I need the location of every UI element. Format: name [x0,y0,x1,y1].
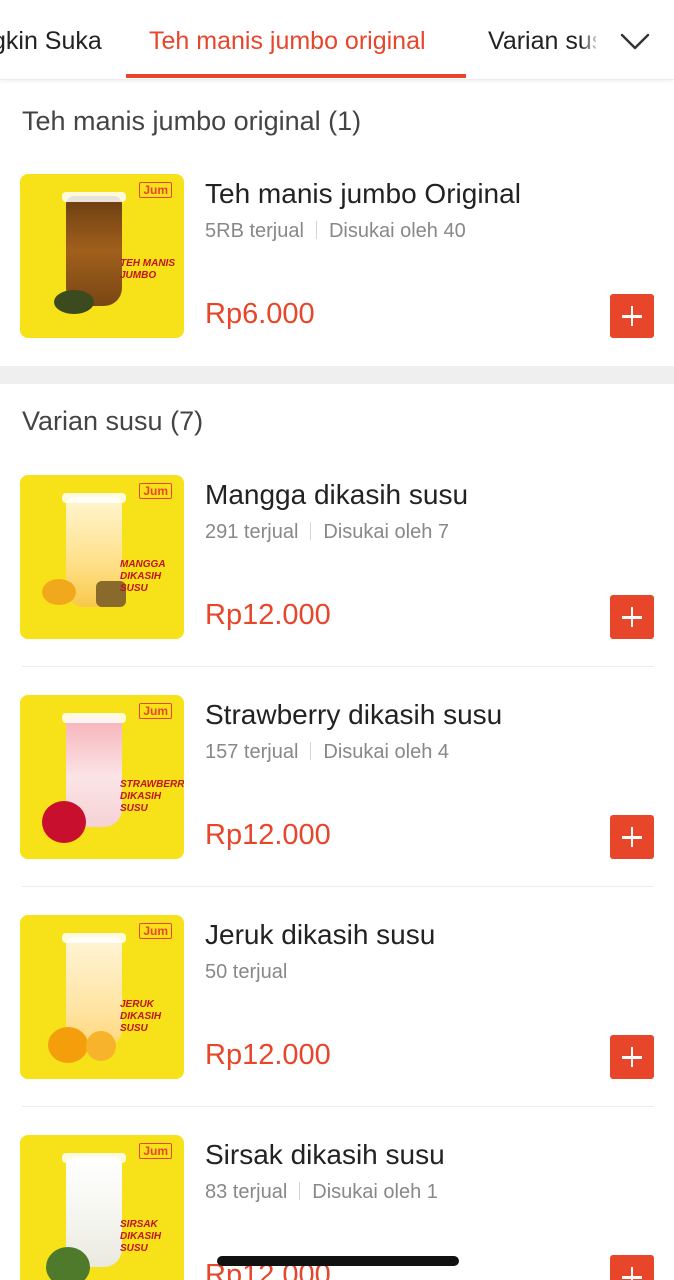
product-meta: 83 terjual Disukai oleh 1 [205,1181,438,1204]
sold-count: 83 terjual [205,1181,288,1203]
like-count: Disukai oleh 1 [312,1181,438,1203]
active-tab-indicator [126,74,466,78]
tea-leaves [54,290,94,314]
product-name: Strawberry dikasih susu [205,699,503,730]
section-title: Varian susu (7) [22,406,204,436]
brand-logo: Jum [139,923,172,939]
list-divider [22,666,654,667]
brand-logo: Jum [139,182,172,198]
product-meta: 157 terjual Disukai oleh 4 [205,741,449,764]
cup-lid [62,933,126,943]
orange-slice [86,1031,116,1061]
product-meta: 5RB terjual Disukai oleh 40 [205,220,466,243]
tab-teh-manis-jumbo-original[interactable]: Teh manis jumbo original [149,24,426,58]
thumb-caption: JERUK DIKASIH SUSU [120,999,162,1034]
thumb-caption: MANGGA DIKASIH SUSU [120,559,166,594]
product-image[interactable]: Jum SIRSAK DIKASIH SUSU [20,1135,184,1280]
product-meta: 50 terjual [205,961,287,984]
thumb-caption: STRAWBERRY DIKASIH SUSU [120,779,184,814]
sold-count: 291 terjual [205,521,299,543]
add-to-cart-button[interactable] [610,1255,654,1280]
list-divider [22,1106,654,1107]
product-image[interactable]: Jum JERUK DIKASIH SUSU [20,915,184,1079]
product-price: Rp12.000 [205,599,331,631]
category-tab-bar: gkin Suka Teh manis jumbo original Varia… [0,0,674,80]
product-price: Rp12.000 [205,819,331,851]
brand-logo: Jum [139,483,172,499]
cup-lid [62,713,126,723]
orange-fruit [48,1027,88,1063]
list-divider [22,886,654,887]
thumb-caption: SIRSAK DIKASIH SUSU [120,1219,162,1254]
thumb-caption: TEH MANIS JUMBO [120,258,175,281]
sold-count: 5RB terjual [205,220,304,242]
meta-separator [299,1182,301,1200]
like-count: Disukai oleh 40 [328,220,466,242]
cup-lid [62,1153,126,1163]
brand-logo: Jum [139,703,172,719]
product-name: Teh manis jumbo Original [205,178,521,209]
mango-fruit [42,579,76,605]
product-name: Jeruk dikasih susu [205,919,436,950]
chevron-down-icon[interactable] [618,26,652,56]
add-to-cart-button[interactable] [610,815,654,859]
meta-separator [310,522,312,540]
cup-lid [62,493,126,503]
meta-separator [315,221,317,239]
product-price: Rp12.000 [205,1039,331,1071]
brand-logo: Jum [139,1143,172,1159]
product-image[interactable]: Jum STRAWBERRY DIKASIH SUSU [20,695,184,859]
cup-lid [62,192,126,202]
like-count: Disukai oleh 4 [323,741,450,763]
product-name: Mangga dikasih susu [205,479,469,510]
soursop-fruit [46,1247,90,1280]
section-title: Teh manis jumbo original (1) [22,106,362,136]
product-card[interactable]: Jum JERUK DIKASIH SUSU Jeruk dikasih sus… [0,915,674,1115]
add-to-cart-button[interactable] [610,1035,654,1079]
product-card[interactable]: Jum TEH MANIS JUMBO Teh manis jumbo Orig… [0,174,674,374]
product-price: Rp6.000 [205,298,315,330]
tab-fade-overlay [580,20,610,64]
sold-count: 157 terjual [205,741,299,763]
product-image[interactable]: Jum MANGGA DIKASIH SUSU [20,475,184,639]
like-count: Disukai oleh 7 [323,521,450,543]
product-image[interactable]: Jum TEH MANIS JUMBO [20,174,184,338]
add-to-cart-button[interactable] [610,595,654,639]
tab-mungkin-suka[interactable]: gkin Suka [0,24,102,58]
product-card[interactable]: Jum STRAWBERRY DIKASIH SUSU Strawberry d… [0,695,674,895]
product-card[interactable]: Jum MANGGA DIKASIH SUSU Mangga dikasih s… [0,475,674,675]
section-separator [0,366,674,384]
add-to-cart-button[interactable] [610,294,654,338]
product-meta: 291 terjual Disukai oleh 7 [205,521,449,544]
strawberry-fruit [42,801,86,843]
meta-separator [310,742,312,760]
home-indicator [217,1256,459,1266]
sold-count: 50 terjual [205,961,288,983]
product-name: Sirsak dikasih susu [205,1139,445,1170]
